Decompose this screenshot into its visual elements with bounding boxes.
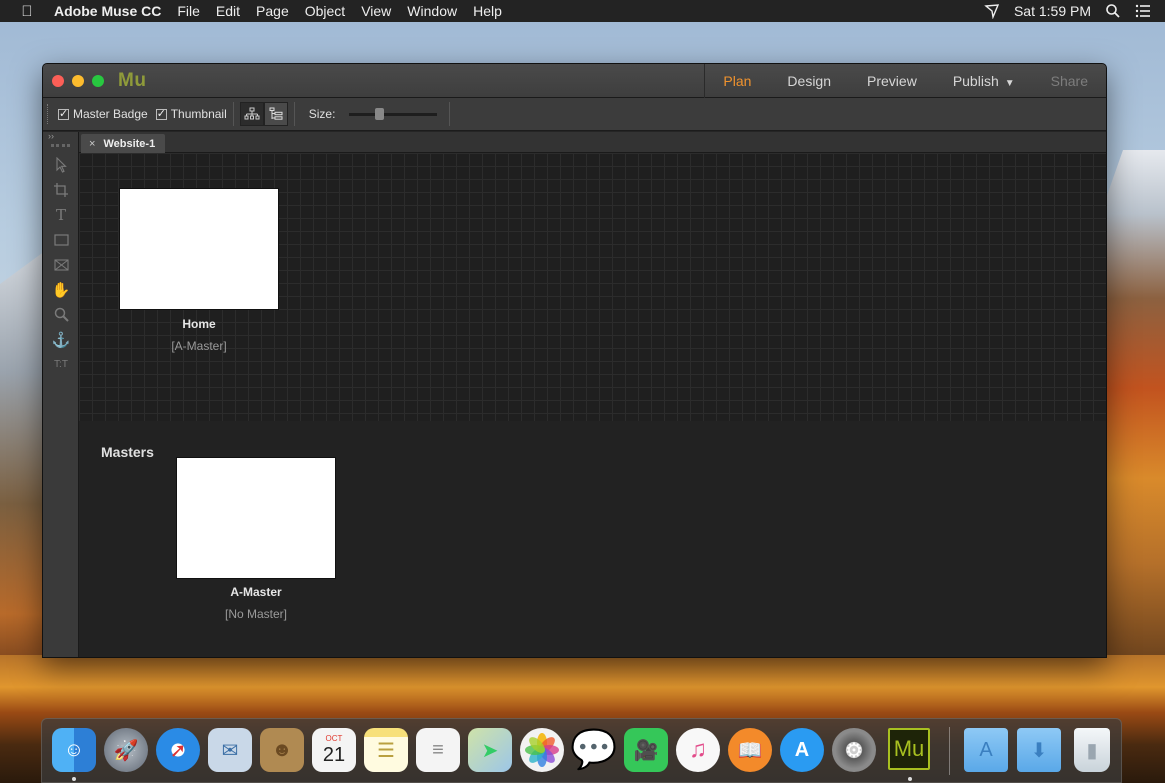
document-tab[interactable]: × Website-1 <box>81 134 166 153</box>
master-master-a-master: [No Master] <box>224 607 287 621</box>
system-preferences-icon[interactable]: ⚙ <box>832 728 876 772</box>
zoom-tool-icon[interactable] <box>43 302 79 327</box>
location-arrow-icon[interactable] <box>984 3 1000 20</box>
muse-icon[interactable]: Mu <box>888 728 930 770</box>
menu-view[interactable]: View <box>353 0 399 22</box>
checkbox-checked-icon <box>155 107 167 120</box>
tree-list-icon <box>269 107 283 120</box>
publish-label: Publish <box>952 72 999 89</box>
checkbox-checked-icon <box>58 107 69 120</box>
muse-running-indicator <box>908 777 912 781</box>
dock-separator <box>949 727 950 775</box>
master-badge-checkbox[interactable]: Master Badge <box>58 107 148 121</box>
text-tool-icon[interactable]: T <box>43 202 79 227</box>
calendar-icon[interactable]: OCT 21 <box>312 728 356 772</box>
ibooks-icon[interactable]: 📖 <box>728 728 772 772</box>
master-thumbnail-a-master[interactable] <box>176 457 336 579</box>
selection-tool-icon[interactable] <box>43 152 79 177</box>
muse-window: Mu Plan Design Preview Publish ▼ Share Ma… <box>42 63 1107 658</box>
muse-logo: Mu <box>118 69 147 91</box>
window-minimize-button[interactable] <box>72 74 84 87</box>
calendar-day: 21 <box>322 744 346 766</box>
page-name-home[interactable]: Home <box>99 317 299 331</box>
document-tab-bar: × Website-1 <box>79 132 1106 153</box>
menu-object[interactable]: Object <box>297 0 353 22</box>
finder-running-indicator <box>72 777 76 781</box>
menu-window[interactable]: Window <box>399 0 465 22</box>
crop-tool-icon[interactable] <box>43 177 79 202</box>
toolbar-divider <box>293 102 295 126</box>
sitemap-tree-view-button[interactable] <box>239 102 264 126</box>
trash-icon[interactable]: ▮ <box>1074 728 1110 772</box>
photos-icon[interactable] <box>520 728 564 772</box>
notes-icon[interactable]: ☰ <box>364 728 408 772</box>
document-tab-title: Website-1 <box>103 137 156 150</box>
maps-icon[interactable]: ➤ <box>468 728 512 772</box>
window-zoom-button[interactable] <box>92 74 104 87</box>
launchpad-icon[interactable]: 🚀 <box>104 728 148 772</box>
panel-grip[interactable] <box>51 144 70 150</box>
applications-folder-icon[interactable]: A <box>964 728 1008 772</box>
finder-icon[interactable]: ☺ <box>52 728 96 772</box>
mail-icon[interactable]: ✉ <box>208 728 252 772</box>
calendar-month: OCT <box>325 734 343 743</box>
chevron-down-icon: ▼ <box>1004 77 1015 89</box>
menubar-clock[interactable]: Sat 1:59 PM <box>1014 3 1091 19</box>
contacts-icon[interactable]: ☻ <box>260 728 304 772</box>
tools-panel: ›› T ✋ ⚓ T:T <box>43 132 79 657</box>
menu-file[interactable]: File <box>169 0 208 22</box>
page-master-home: [A-Master] <box>171 339 227 353</box>
rectangle-tool-icon[interactable] <box>43 227 79 252</box>
downloads-folder-icon[interactable]: ⬇ <box>1017 728 1061 772</box>
mode-tab-plan[interactable]: Plan <box>705 73 769 89</box>
menu-bar:  Adobe Muse CC File Edit Page Object Vi… <box>0 0 1165 22</box>
menu-help[interactable]: Help <box>465 0 510 22</box>
size-label: Size: <box>308 107 336 121</box>
master-badge-label: Master Badge <box>73 107 148 121</box>
master-name-a-master[interactable]: A-Master <box>156 585 356 599</box>
spotlight-search-icon[interactable] <box>1105 3 1121 19</box>
mode-tabs: Plan Design Preview Publish ▼ Share <box>704 64 1106 98</box>
anchor-tool-icon[interactable]: ⚓ <box>43 327 79 352</box>
expand-panel-icon[interactable]: ›› <box>43 132 78 142</box>
sitemap-list-view-button[interactable] <box>263 102 288 126</box>
window-close-button[interactable] <box>52 74 64 87</box>
appstore-icon[interactable]: A <box>780 728 824 772</box>
thumbnail-checkbox[interactable]: Thumbnail <box>155 107 227 121</box>
safari-icon[interactable]: ➚ <box>156 728 200 772</box>
plan-toolbar: Master Badge Thumbnail Size: <box>43 98 1106 131</box>
close-tab-icon[interactable]: × <box>89 138 95 150</box>
text-frames-tool-icon[interactable]: T:T <box>43 352 79 377</box>
thumbnail-size-slider[interactable] <box>349 107 438 120</box>
dock: ☺ 🚀 ➚ ✉ ☻ OCT 21 ☰ ≡ ➤ 💬 🎥 ♫ 📖 A ⚙ Mu A … <box>41 718 1122 783</box>
org-chart-icon <box>244 107 260 120</box>
itunes-icon[interactable]: ♫ <box>676 728 720 772</box>
toolbar-divider <box>449 102 451 126</box>
page-thumbnail-home[interactable] <box>119 188 279 310</box>
masters-heading: Masters <box>101 444 154 460</box>
toolbar-divider <box>232 102 234 126</box>
facetime-icon[interactable]: 🎥 <box>624 728 668 772</box>
window-titlebar[interactable]: Mu Plan Design Preview Publish ▼ Share <box>43 64 1106 98</box>
reminders-icon[interactable]: ≡ <box>416 728 460 772</box>
thumbnail-label: Thumbnail <box>170 107 227 121</box>
mode-tab-publish[interactable]: Publish ▼ <box>935 73 1033 89</box>
image-frame-tool-icon[interactable] <box>43 252 79 277</box>
mode-tab-design[interactable]: Design <box>769 73 849 89</box>
mode-tab-share[interactable]: Share <box>1033 73 1106 89</box>
toolbar-grip[interactable] <box>47 104 50 124</box>
menu-page[interactable]: Page <box>248 0 297 22</box>
apple-icon[interactable]:  <box>0 3 54 20</box>
menu-app-name[interactable]: Adobe Muse CC <box>54 0 169 22</box>
slider-thumb[interactable] <box>375 107 385 120</box>
menu-edit[interactable]: Edit <box>208 0 248 22</box>
mode-tab-preview[interactable]: Preview <box>849 73 935 89</box>
notification-center-icon[interactable] <box>1135 3 1151 19</box>
hand-tool-icon[interactable]: ✋ <box>43 277 79 302</box>
messages-icon[interactable]: 💬 <box>570 728 617 772</box>
